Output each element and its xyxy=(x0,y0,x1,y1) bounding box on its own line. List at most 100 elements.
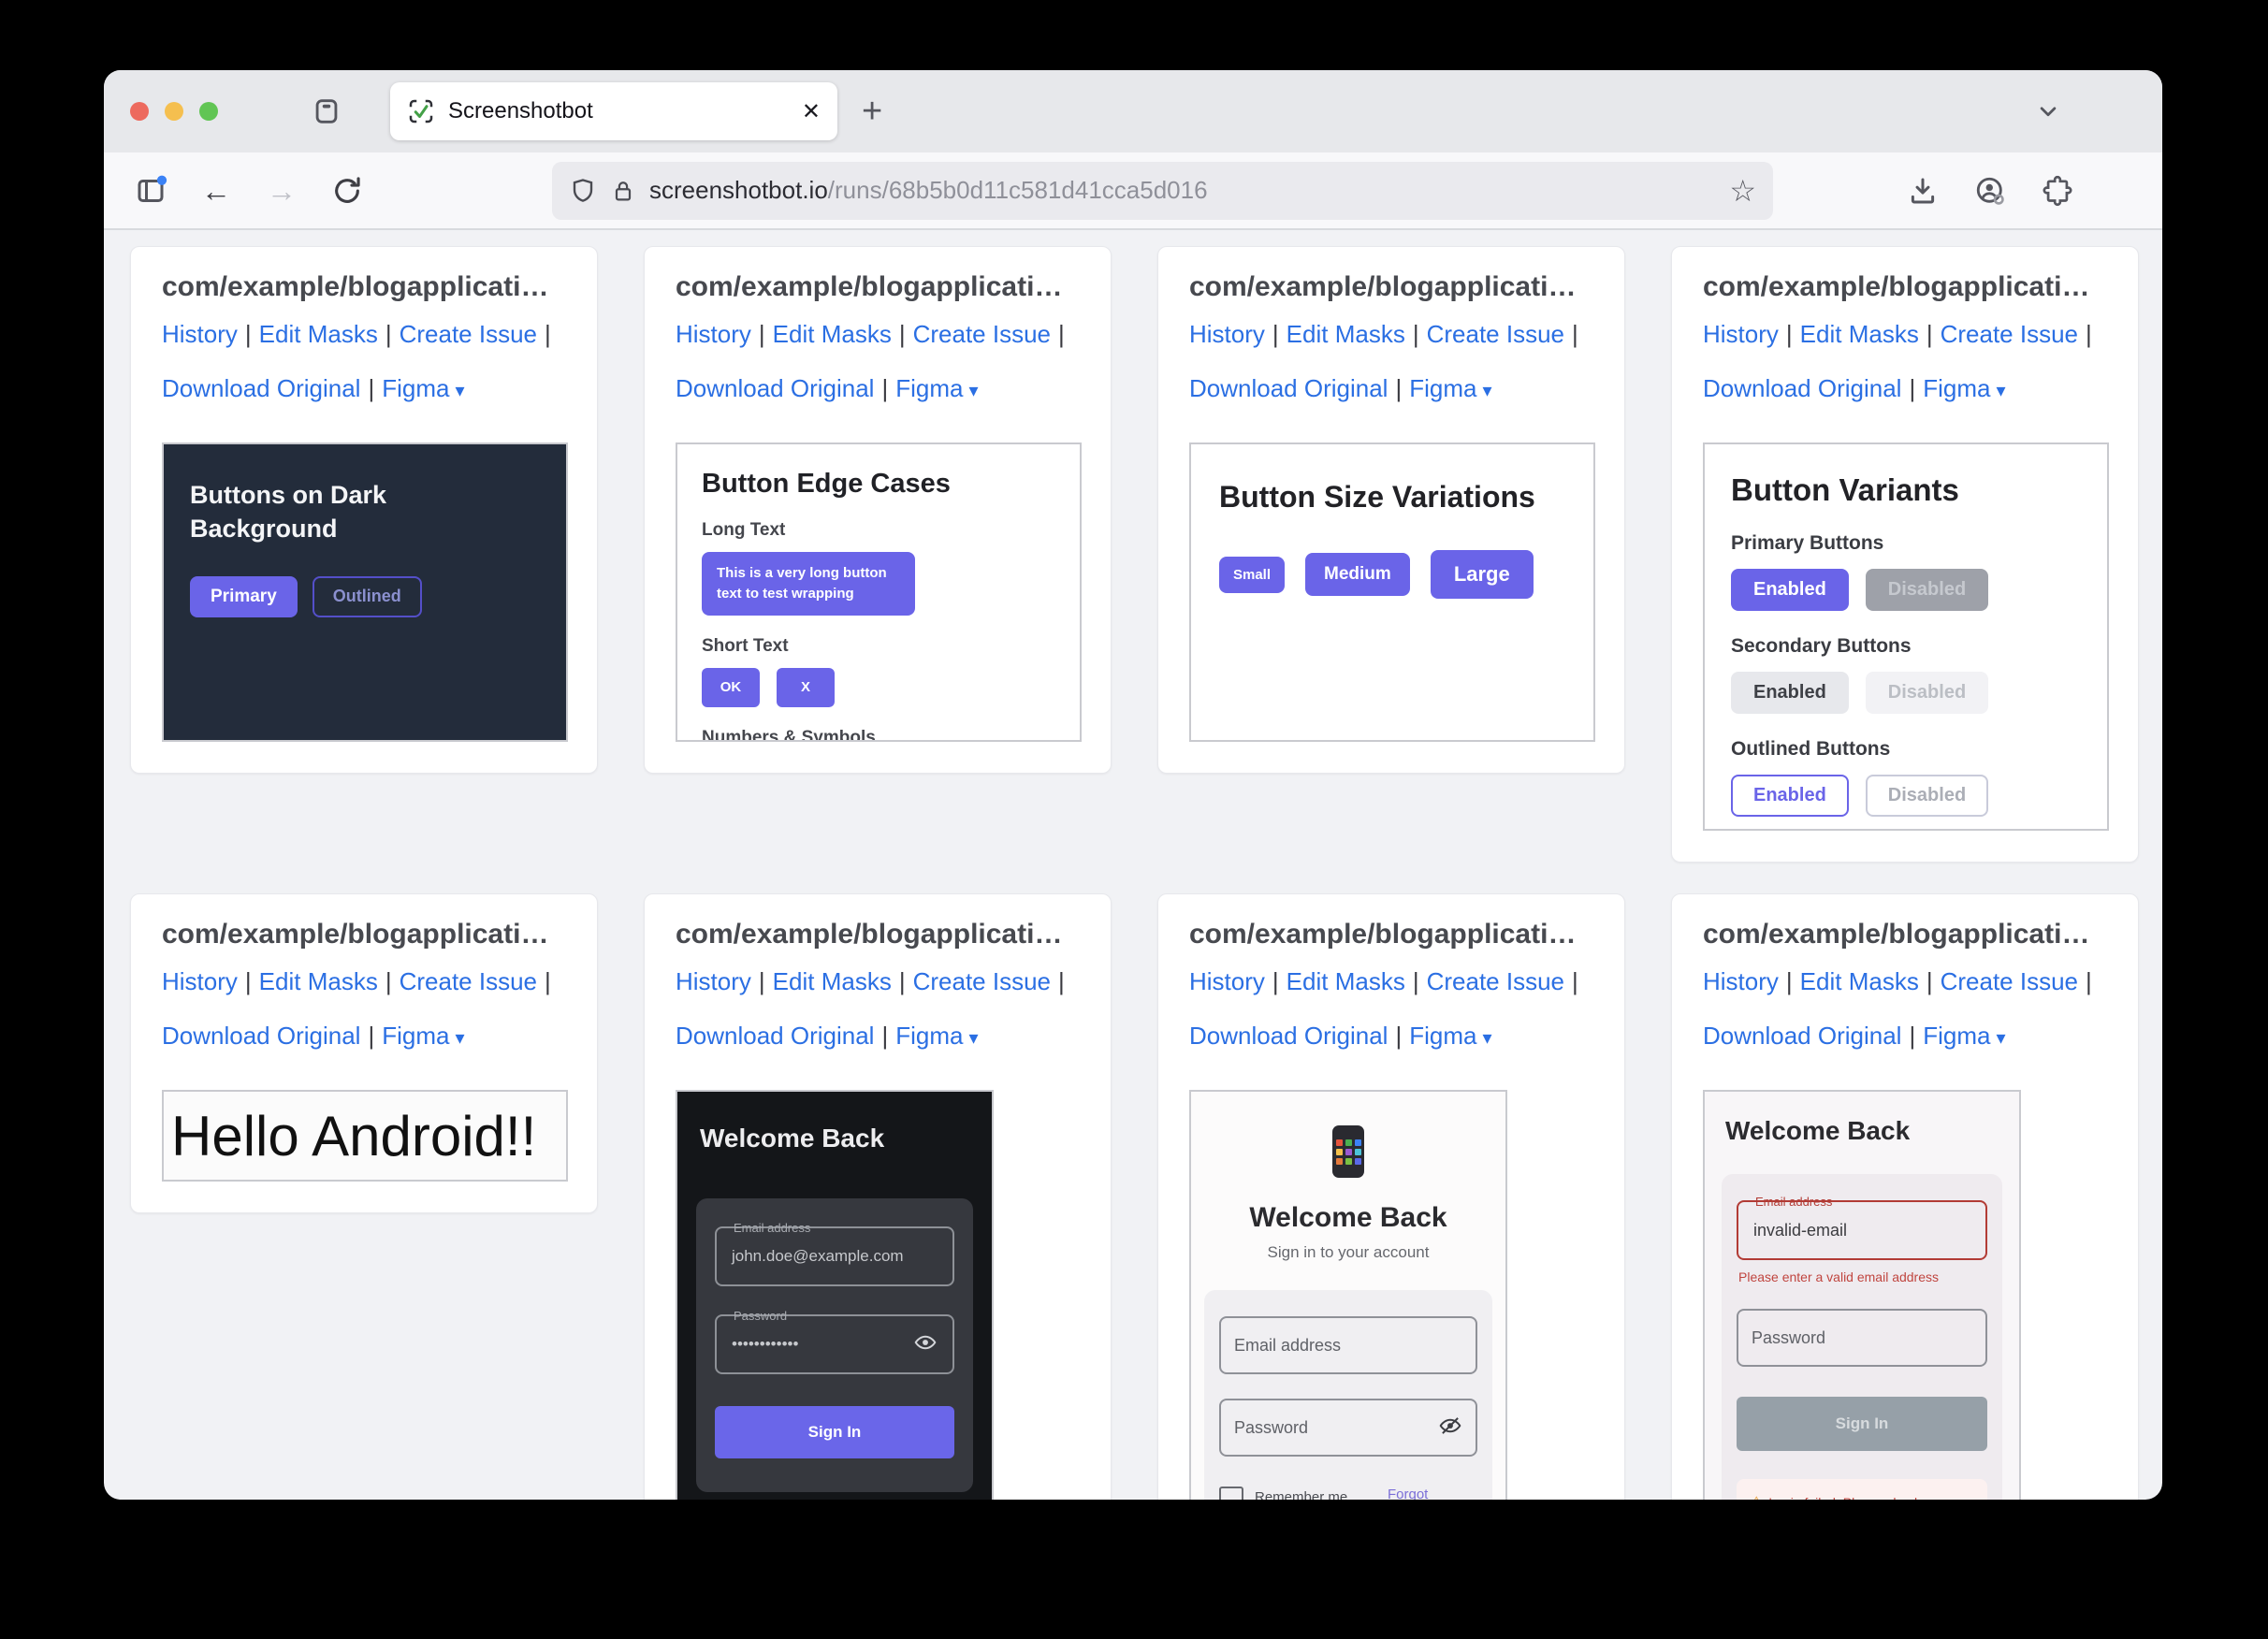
screenshot-grid: com/example/blogapplicati… History|Edit … xyxy=(104,230,2162,1500)
remember-me-checkbox xyxy=(1219,1487,1243,1500)
connection-lock-icon[interactable] xyxy=(610,178,636,204)
close-tab-icon[interactable]: ✕ xyxy=(802,98,821,125)
create-issue-link[interactable]: Create Issue xyxy=(913,320,1051,348)
create-issue-link[interactable]: Create Issue xyxy=(400,967,537,995)
password-field-value: •••••••••••• xyxy=(732,1335,798,1354)
figma-dropdown[interactable]: Figma▾ xyxy=(1409,1022,1491,1050)
thumb-heading: Welcome Back xyxy=(1725,1116,2002,1146)
download-original-link[interactable]: Download Original xyxy=(676,1022,874,1050)
figma-dropdown[interactable]: Figma▾ xyxy=(1923,1022,2005,1050)
history-link[interactable]: History xyxy=(162,320,238,348)
login-form-panel: Email address Password Remember me Forgo… xyxy=(1204,1290,1492,1500)
figma-dropdown[interactable]: Figma▾ xyxy=(1409,374,1491,402)
create-issue-link[interactable]: Create Issue xyxy=(400,320,537,348)
screenshot-thumbnail[interactable]: Hello Android!! xyxy=(162,1090,568,1182)
create-issue-link[interactable]: Create Issue xyxy=(1941,320,2078,348)
secondary-enabled-button: Enabled xyxy=(1731,672,1849,714)
edit-masks-link[interactable]: Edit Masks xyxy=(773,320,892,348)
history-link[interactable]: History xyxy=(1703,320,1779,348)
history-link[interactable]: History xyxy=(676,967,751,995)
screenshot-card-login-dark: com/example/blogapplicati… History|Edit … xyxy=(644,893,1112,1500)
reload-button[interactable] xyxy=(328,172,366,210)
download-original-link[interactable]: Download Original xyxy=(1189,1022,1388,1050)
password-field: Password xyxy=(1737,1309,1987,1367)
screenshot-thumbnail[interactable]: Welcome Back Sign in to your account Ema… xyxy=(1189,1090,1507,1500)
edit-masks-link[interactable]: Edit Masks xyxy=(1287,967,1405,995)
toolbar-right-icons xyxy=(1904,172,2134,210)
tab-title: Screenshotbot xyxy=(448,98,593,124)
email-field-label: Email address xyxy=(730,1221,814,1235)
card-actions: History|Edit Masks|Create Issue| Downloa… xyxy=(676,954,1080,1066)
screenshot-card-hello-android: com/example/blogapplicati… History|Edit … xyxy=(130,893,598,1213)
screenshot-name: com/example/blogapplicati… xyxy=(1189,919,1593,950)
url-text[interactable]: screenshotbot.io/runs/68b5b0d11c581d41cc… xyxy=(649,176,1208,205)
primary-buttons-label: Primary Buttons xyxy=(1731,532,2081,555)
url-bar[interactable]: screenshotbot.io/runs/68b5b0d11c581d41cc… xyxy=(552,162,1773,220)
screenshot-card-login-error: com/example/blogapplicati… History|Edit … xyxy=(1671,893,2139,1500)
screenshot-thumbnail[interactable]: Welcome Back Email address john.doe@exam… xyxy=(676,1090,994,1500)
create-issue-link[interactable]: Create Issue xyxy=(1941,967,2078,995)
create-issue-link[interactable]: Create Issue xyxy=(1427,320,1564,348)
forward-button[interactable]: → xyxy=(263,172,300,210)
long-text-label: Long Text xyxy=(702,520,1055,541)
screenshot-thumbnail[interactable]: Buttons on Dark Background Primary Outli… xyxy=(162,442,568,742)
list-tabs-chevron-icon[interactable] xyxy=(2029,93,2067,130)
download-original-link[interactable]: Download Original xyxy=(676,374,874,402)
login-failed-alert: ⚠Login failed. Please check your credent… xyxy=(1737,1479,1987,1500)
zoom-window-button[interactable] xyxy=(199,102,218,121)
screenshot-name: com/example/blogapplicati… xyxy=(1703,919,2107,950)
back-button[interactable]: ← xyxy=(197,172,235,210)
screenshot-card-button-variants: com/example/blogapplicati… History|Edit … xyxy=(1671,246,2139,863)
figma-dropdown[interactable]: Figma▾ xyxy=(382,1022,464,1050)
screenshot-thumbnail[interactable]: Button Edge Cases Long Text This is a ve… xyxy=(676,442,1082,742)
figma-dropdown[interactable]: Figma▾ xyxy=(382,374,464,402)
download-original-link[interactable]: Download Original xyxy=(162,374,360,402)
edit-masks-link[interactable]: Edit Masks xyxy=(259,967,378,995)
bookmark-star-icon[interactable]: ☆ xyxy=(1729,176,1756,206)
edit-masks-link[interactable]: Edit Masks xyxy=(1800,320,1919,348)
thumb-heading: Buttons on Dark Background xyxy=(190,478,471,546)
screenshot-thumbnail[interactable]: Button Variants Primary Buttons Enabled … xyxy=(1703,442,2109,831)
edit-masks-link[interactable]: Edit Masks xyxy=(1800,967,1919,995)
figma-dropdown[interactable]: Figma▾ xyxy=(895,374,978,402)
minimize-window-button[interactable] xyxy=(165,102,183,121)
screenshot-name: com/example/blogapplicati… xyxy=(676,919,1080,950)
download-original-link[interactable]: Download Original xyxy=(162,1022,360,1050)
tracking-protection-shield-icon[interactable] xyxy=(569,177,597,205)
create-issue-link[interactable]: Create Issue xyxy=(1427,967,1564,995)
password-field-label: Password xyxy=(730,1309,791,1323)
eye-off-icon xyxy=(1438,1414,1462,1443)
download-original-link[interactable]: Download Original xyxy=(1703,1022,1901,1050)
menu-hamburger-icon[interactable] xyxy=(2106,172,2134,210)
browser-tab[interactable]: Screenshotbot ✕ xyxy=(390,82,837,140)
account-icon[interactable] xyxy=(1971,172,2009,210)
tab-overview-icon[interactable] xyxy=(308,93,345,130)
large-button: Large xyxy=(1431,550,1534,599)
edit-masks-link[interactable]: Edit Masks xyxy=(773,967,892,995)
card-actions: History|Edit Masks|Create Issue| Downloa… xyxy=(1189,954,1593,1066)
edit-masks-link[interactable]: Edit Masks xyxy=(259,320,378,348)
secondary-buttons-label: Secondary Buttons xyxy=(1731,635,2081,658)
extensions-puzzle-icon[interactable] xyxy=(2039,172,2076,210)
download-original-link[interactable]: Download Original xyxy=(1703,374,1901,402)
close-window-button[interactable] xyxy=(130,102,149,121)
history-link[interactable]: History xyxy=(1189,320,1265,348)
edit-masks-link[interactable]: Edit Masks xyxy=(1287,320,1405,348)
figma-dropdown[interactable]: Figma▾ xyxy=(1923,374,2005,402)
screenshot-thumbnail[interactable]: Button Size Variations Small Medium Larg… xyxy=(1189,442,1595,742)
history-link[interactable]: History xyxy=(162,967,238,995)
figma-dropdown[interactable]: Figma▾ xyxy=(895,1022,978,1050)
screenshot-thumbnail[interactable]: Welcome Back Email address invalid-email… xyxy=(1703,1090,2021,1500)
short-text-label: Short Text xyxy=(702,636,1055,657)
outlined-buttons-label: Outlined Buttons xyxy=(1731,738,2081,761)
sidebar-toggle-icon[interactable] xyxy=(132,172,169,210)
download-original-link[interactable]: Download Original xyxy=(1189,374,1388,402)
history-link[interactable]: History xyxy=(1189,967,1265,995)
caret-down-icon: ▾ xyxy=(455,1028,464,1049)
thumb-heading: Welcome Back xyxy=(700,1124,973,1153)
history-link[interactable]: History xyxy=(1703,967,1779,995)
history-link[interactable]: History xyxy=(676,320,751,348)
downloads-icon[interactable] xyxy=(1904,172,1941,210)
new-tab-button[interactable]: + xyxy=(862,94,882,129)
create-issue-link[interactable]: Create Issue xyxy=(913,967,1051,995)
